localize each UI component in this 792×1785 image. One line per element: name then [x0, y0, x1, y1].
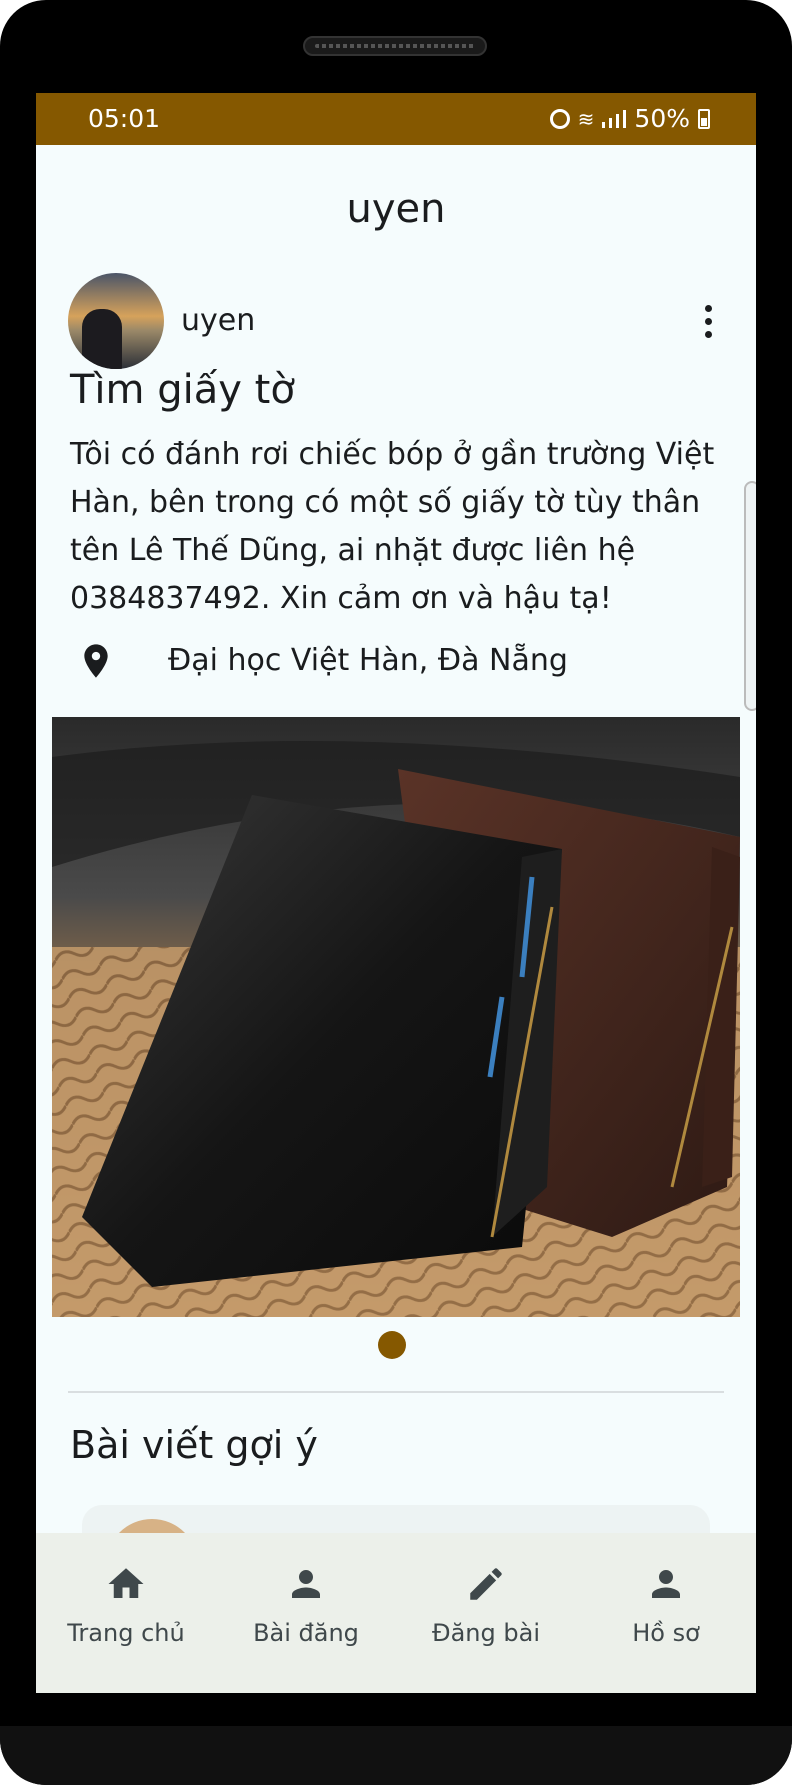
post-location: Đại học Việt Hàn, Đà Nẵng — [70, 633, 720, 689]
wifi-icon: ≋ — [577, 106, 595, 131]
nav-label: Đăng bài — [432, 1619, 540, 1647]
post-title: Tìm giấy tờ — [70, 367, 295, 413]
page-title: uyen — [346, 186, 446, 232]
home-icon — [108, 1568, 144, 1598]
location-pin-icon — [84, 644, 108, 678]
nav-label: Bài đăng — [253, 1619, 359, 1647]
carousel-indicator[interactable] — [378, 1331, 406, 1359]
suggested-posts-title: Bài viết gợi ý — [70, 1423, 318, 1467]
scrollbar[interactable] — [744, 481, 756, 711]
phone-frame: 05:01 ≋ 50% uyen uyen Tìm giấy tờ Tôi có… — [0, 0, 792, 1785]
bottom-navigation: Trang chủ Bài đăng Đăng bài Hồ sơ — [36, 1533, 756, 1693]
nav-label: Hồ sơ — [632, 1619, 700, 1647]
battery-icon — [698, 108, 710, 129]
battery-percent: 50% — [634, 104, 690, 133]
avatar[interactable] — [68, 273, 164, 369]
author-name[interactable]: uyen — [181, 303, 255, 338]
phone-chin — [0, 1726, 792, 1785]
section-divider — [68, 1391, 724, 1393]
post-photo[interactable] — [52, 717, 740, 1317]
nav-profile[interactable]: Hồ sơ — [576, 1563, 756, 1647]
app-screen: 05:01 ≋ 50% uyen uyen Tìm giấy tờ Tôi có… — [36, 93, 756, 1693]
pencil-icon — [470, 1568, 502, 1600]
person-icon — [652, 1570, 680, 1598]
more-options-icon[interactable] — [688, 301, 728, 341]
nav-home[interactable]: Trang chủ — [36, 1563, 216, 1647]
nav-posts[interactable]: Bài đăng — [216, 1563, 396, 1647]
alarm-icon — [549, 108, 570, 129]
status-time: 05:01 — [88, 104, 161, 133]
person-icon — [292, 1570, 320, 1598]
post-author-row: uyen — [68, 273, 728, 369]
nav-label: Trang chủ — [67, 1619, 185, 1647]
post-body: Tôi có đánh rơi chiếc bóp ở gần trường V… — [70, 437, 715, 616]
status-bar: 05:01 ≋ 50% — [36, 93, 756, 145]
status-icons: ≋ 50% — [549, 104, 710, 133]
location-text: Đại học Việt Hàn, Đà Nẵng — [168, 643, 568, 678]
nav-create-post[interactable]: Đăng bài — [396, 1563, 576, 1647]
signal-icon — [602, 109, 627, 128]
earpiece-speaker — [303, 36, 487, 56]
